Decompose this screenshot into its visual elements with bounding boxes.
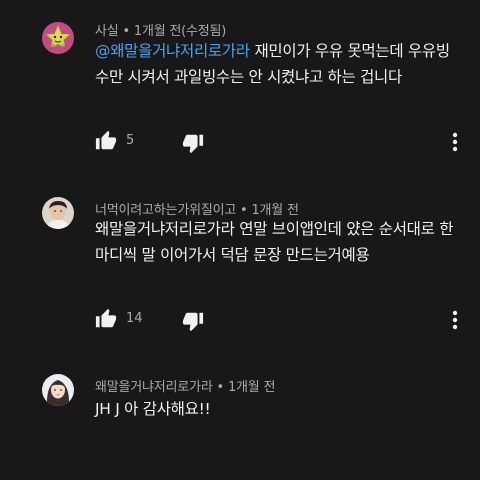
more-vertical-icon xyxy=(452,310,458,330)
person-photo-avatar-icon[interactable] xyxy=(42,197,74,229)
dislike-button[interactable] xyxy=(182,132,206,156)
girl-photo-avatar-icon[interactable] xyxy=(42,374,74,406)
comment-text: @왜말을거냐저리로가라 재민이가 우유 못먹는데 우유빙수만 시켜서 과일빙수는… xyxy=(95,38,455,90)
comment-actions: 5 xyxy=(95,130,465,154)
comment-actions: 14 xyxy=(95,308,465,332)
comment-author[interactable]: 왜말을거냐저리로가라 xyxy=(95,380,213,395)
comment-author[interactable]: 사실 xyxy=(95,24,119,39)
comment-body: 왜말을거냐저리로가라 연말 브이앱인데 얐은 순서대로 한마디씩 말 이어가서 … xyxy=(95,220,454,264)
comment-meta: 사실 • 1개월 전(수정됨) xyxy=(95,20,226,39)
thumbs-down-icon xyxy=(182,312,204,332)
comment-text: JH J 아 감사해요!! xyxy=(95,396,455,422)
like-button[interactable] xyxy=(95,130,119,154)
thumbs-up-icon xyxy=(95,308,117,328)
star-face-avatar-icon[interactable] xyxy=(42,22,74,54)
like-count: 14 xyxy=(126,311,143,326)
dislike-button[interactable] xyxy=(182,310,206,334)
comment-meta: 왜말을거냐저리로가라 • 1개월 전 xyxy=(95,376,275,395)
more-options-button[interactable] xyxy=(447,130,463,154)
like-button[interactable] xyxy=(95,308,119,332)
thumbs-down-icon xyxy=(182,134,204,154)
meta-separator: • xyxy=(118,24,134,39)
comment-time: 1개월 전 xyxy=(227,380,276,395)
more-options-button[interactable] xyxy=(447,308,463,332)
more-vertical-icon xyxy=(452,132,458,152)
like-count: 5 xyxy=(126,133,135,148)
meta-separator: • xyxy=(212,380,228,395)
comment-body: JH J 아 감사해요!! xyxy=(95,400,211,418)
mention-link[interactable]: @왜말을거냐저리로가라 xyxy=(95,42,250,60)
thumbs-up-icon xyxy=(95,130,117,150)
comment-time: 1개월 전(수정됨) xyxy=(133,24,227,39)
comment-text: 왜말을거냐저리로가라 연말 브이앱인데 얐은 순서대로 한마디씩 말 이어가서 … xyxy=(95,216,455,268)
